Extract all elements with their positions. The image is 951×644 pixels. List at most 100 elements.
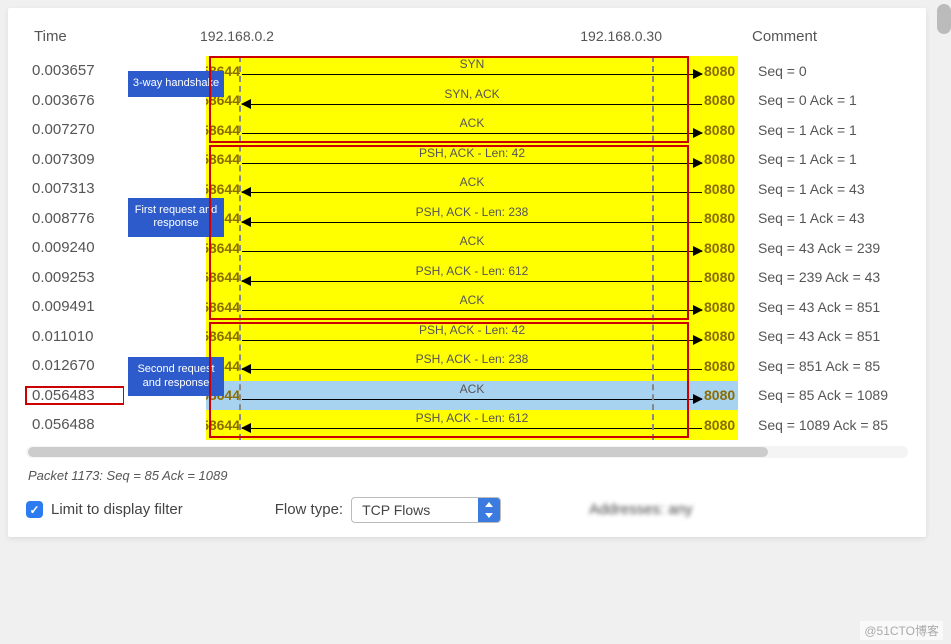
flow-row[interactable]: 0.01101058644PSH, ACK - Len: 428080Seq =… (26, 322, 908, 352)
flow-cell: 58644ACK8080 (206, 115, 738, 145)
packet-label: SYN (242, 57, 702, 71)
comment-cell: Seq = 85 Ack = 1089 (738, 387, 908, 403)
host1-timeline (239, 56, 241, 440)
flow-type-label: Flow type: (275, 501, 343, 518)
phase-label: 3-way handshake (128, 71, 224, 97)
status-line: Packet 1173: Seq = 85 Ack = 1089 (28, 468, 908, 483)
flow-row[interactable]: 0.007309 58644PSH, ACK - Len: 428080Seq =… (26, 145, 908, 175)
horizontal-scrollbar-thumb[interactable] (28, 447, 768, 457)
flow-cell: 58644PSH, ACK - Len: 428080 (206, 322, 738, 352)
comment-cell: Seq = 1 Ack = 1 (738, 151, 908, 167)
flow-type-value: TCP Flows (362, 502, 430, 518)
flow-cell: 58644SYN8080 (206, 56, 738, 86)
flow-type-select[interactable]: TCP Flows (351, 497, 501, 523)
flow-cell: 58644ACK8080 (206, 381, 738, 411)
phase-cell (124, 145, 206, 175)
arrow-track: SYN (242, 56, 702, 86)
flow-graph-panel: Time 192.168.0.2 192.168.0.30 Comment 0.… (8, 8, 926, 537)
arrow-track: ACK (242, 292, 702, 322)
arrow-track: PSH, ACK - Len: 238 (242, 204, 702, 234)
packet-label: PSH, ACK - Len: 238 (242, 352, 702, 366)
flow-cell: 58644ACK8080 (206, 174, 738, 204)
arrow-track: ACK (242, 381, 702, 411)
page-scrollbar[interactable] (937, 4, 951, 34)
packet-label: PSH, ACK - Len: 612 (242, 264, 702, 278)
packet-label: SYN, ACK (242, 87, 702, 101)
phase-label: First request and response (128, 198, 224, 238)
header-host-1: 192.168.0.2 (200, 28, 274, 44)
flow-row[interactable]: 0.009491 58644ACK8080Seq = 43 Ack = 851 (26, 292, 908, 322)
time-cell: 0.003657 (26, 62, 124, 79)
comment-cell: Seq = 0 Ack = 1 (738, 92, 908, 108)
comment-cell: Seq = 43 Ack = 851 (738, 299, 908, 315)
time-cell: 0.008776 (26, 210, 124, 227)
phase-cell (124, 233, 206, 263)
time-cell: 0.056488 (26, 416, 124, 433)
packet-label: PSH, ACK - Len: 612 (242, 411, 702, 425)
comment-cell: Seq = 43 Ack = 239 (738, 240, 908, 256)
arrow-track: PSH, ACK - Len: 612 (242, 410, 702, 440)
flow-cell: 58644PSH, ACK - Len: 6128080 (206, 410, 738, 440)
phase-cell (124, 322, 206, 352)
phase-label: Second request and response (128, 357, 224, 397)
arrow-track: ACK (242, 174, 702, 204)
footer-controls: ✓ Limit to display filter Flow type: TCP… (26, 497, 908, 523)
time-cell: 0.009491 (26, 298, 124, 315)
flow-row[interactable]: 0.05648858644PSH, ACK - Len: 6128080Seq … (26, 410, 908, 440)
arrow-track: ACK (242, 115, 702, 145)
flow-cell: 58644ACK8080 (206, 292, 738, 322)
flow-cell: 58644PSH, ACK - Len: 428080 (206, 145, 738, 175)
flow-row[interactable]: 0.007270 58644ACK8080Seq = 1 Ack = 1 (26, 115, 908, 145)
host2-timeline (652, 56, 654, 440)
comment-cell: Seq = 1 Ack = 1 (738, 122, 908, 138)
flow-row[interactable]: 0.009253 58644PSH, ACK - Len: 6128080Seq … (26, 263, 908, 293)
watermark: @51CTO博客 (860, 621, 943, 640)
time-cell: 0.009253 (26, 269, 124, 286)
limit-filter-checkbox[interactable]: ✓ (26, 501, 43, 518)
flow-cell: 58644ACK8080 (206, 233, 738, 263)
phase-cell (124, 292, 206, 322)
packet-label: PSH, ACK - Len: 238 (242, 205, 702, 219)
flow-row[interactable]: 0.009240 58644ACK8080Seq = 43 Ack = 239 (26, 233, 908, 263)
flow-cell: 58644PSH, ACK - Len: 2388080 (206, 351, 738, 381)
time-cell: 0.007313 (26, 180, 124, 197)
phase-cell (124, 263, 206, 293)
packet-label: ACK (242, 175, 702, 189)
flow-cell: 58644SYN, ACK8080 (206, 86, 738, 116)
time-cell: 0.012670 (26, 357, 124, 374)
addresses-label: Addresses: any (589, 501, 692, 518)
header-comment: Comment (744, 28, 908, 45)
comment-cell: Seq = 0 (738, 63, 908, 79)
arrow-track: PSH, ACK - Len: 42 (242, 145, 702, 175)
packet-label: PSH, ACK - Len: 42 (242, 323, 702, 337)
header-time: Time (34, 28, 134, 45)
phase-cell (124, 115, 206, 145)
arrow-track: ACK (242, 233, 702, 263)
column-headers: Time 192.168.0.2 192.168.0.30 Comment (26, 28, 908, 56)
comment-cell: Seq = 1 Ack = 43 (738, 210, 908, 226)
packet-label: ACK (242, 234, 702, 248)
time-cell: 0.011010 (26, 328, 124, 345)
time-cell: 0.007270 (26, 121, 124, 138)
limit-filter-label: Limit to display filter (51, 501, 183, 518)
time-cell: 0.056483 (26, 387, 124, 404)
arrow-track: PSH, ACK - Len: 238 (242, 351, 702, 381)
phase-cell (124, 410, 206, 440)
select-caret-icon (478, 498, 500, 522)
horizontal-scrollbar[interactable] (26, 446, 908, 458)
comment-cell: Seq = 239 Ack = 43 (738, 269, 908, 285)
time-cell: 0.007309 (26, 151, 124, 168)
flow-cell: 58644PSH, ACK - Len: 6128080 (206, 263, 738, 293)
comment-cell: Seq = 1 Ack = 43 (738, 181, 908, 197)
packet-label: ACK (242, 382, 702, 396)
time-cell: 0.003676 (26, 92, 124, 109)
packet-label: ACK (242, 116, 702, 130)
arrow-track: SYN, ACK (242, 86, 702, 116)
flow-cell: 58644PSH, ACK - Len: 2388080 (206, 204, 738, 234)
header-host-2: 192.168.0.30 (580, 28, 662, 44)
arrow-track: PSH, ACK - Len: 612 (242, 263, 702, 293)
arrow-track: PSH, ACK - Len: 42 (242, 322, 702, 352)
time-cell: 0.009240 (26, 239, 124, 256)
flow-area: 0.003657 58644SYN8080Seq = 0 0.003676 58644… (26, 56, 908, 440)
packet-label: PSH, ACK - Len: 42 (242, 146, 702, 160)
